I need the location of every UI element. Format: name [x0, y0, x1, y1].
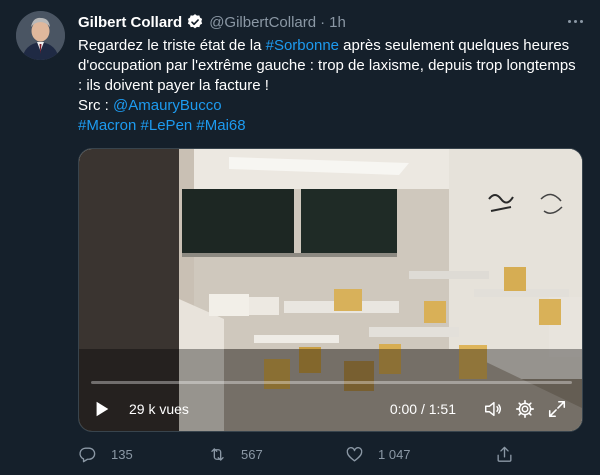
- avatar[interactable]: [16, 11, 65, 60]
- like-button[interactable]: 1 047: [345, 445, 495, 464]
- video-controls: 29 k vues 0:00 / 1:51: [79, 395, 582, 423]
- play-icon[interactable]: [93, 399, 113, 419]
- tweet-line-2: d'occupation par l'extrême gauche : trop…: [78, 57, 576, 74]
- volume-icon[interactable]: [482, 398, 504, 420]
- tweet-time[interactable]: 1h: [329, 14, 346, 31]
- video-player[interactable]: 29 k vues 0:00 / 1:51: [78, 148, 583, 432]
- video-views: 29 k vues: [129, 401, 189, 417]
- verified-badge-icon: [186, 13, 204, 31]
- header-separator: ·: [320, 13, 326, 31]
- retweet-icon: [211, 447, 224, 461]
- tweet-text: Regardez le triste état de la #Sorbonne …: [78, 36, 584, 136]
- retweet-button[interactable]: 567: [208, 445, 345, 464]
- more-options-icon[interactable]: [564, 10, 586, 32]
- tweet-text-part: après seulement quelques heures: [339, 37, 570, 54]
- hashtag-macron[interactable]: #Macron: [78, 117, 136, 134]
- tweet-line-hashtags: #Macron #LePen #Mai68: [78, 116, 584, 136]
- mention-amaurybucco[interactable]: @AmauryBucco: [113, 97, 222, 114]
- reply-count: 135: [111, 446, 133, 462]
- tweet-header: Gilbert Collard @GilbertCollard · 1h: [78, 12, 346, 32]
- tweet-line-1: Regardez le triste état de la #Sorbonne …: [78, 36, 584, 56]
- retweet-count: 567: [241, 446, 263, 462]
- reply-icon: [79, 446, 96, 462]
- hashtag-lepen[interactable]: #LePen: [141, 117, 193, 134]
- tweet[interactable]: Gilbert Collard @GilbertCollard · 1h Reg…: [0, 0, 600, 475]
- like-count: 1 047: [378, 446, 411, 462]
- tweet-line-source: Src : @AmauryBucco: [78, 96, 584, 116]
- hashtag-mai68[interactable]: #Mai68: [196, 117, 245, 134]
- user-handle[interactable]: @GilbertCollard: [209, 14, 316, 31]
- user-name[interactable]: Gilbert Collard: [78, 14, 182, 31]
- tweet-text-part: Regardez le triste état de la: [78, 37, 266, 54]
- video-progress-bar[interactable]: [91, 381, 572, 384]
- classroom-video-frame: [79, 149, 582, 431]
- fullscreen-icon[interactable]: [546, 398, 568, 420]
- heart-icon: [346, 446, 363, 462]
- avatar-image: [16, 11, 65, 60]
- source-label: Src :: [78, 97, 114, 114]
- reply-button[interactable]: 135: [78, 445, 208, 464]
- hashtag-sorbonne[interactable]: #Sorbonne: [266, 37, 339, 54]
- tweet-line-3: : ils doivent payer la facture !: [78, 77, 269, 94]
- settings-gear-icon[interactable]: [514, 398, 536, 420]
- tweet-actions: 135 567 1 047: [78, 444, 558, 464]
- video-time: 0:00 / 1:51: [389, 401, 456, 417]
- share-button[interactable]: [495, 445, 514, 464]
- share-icon: [497, 446, 512, 462]
